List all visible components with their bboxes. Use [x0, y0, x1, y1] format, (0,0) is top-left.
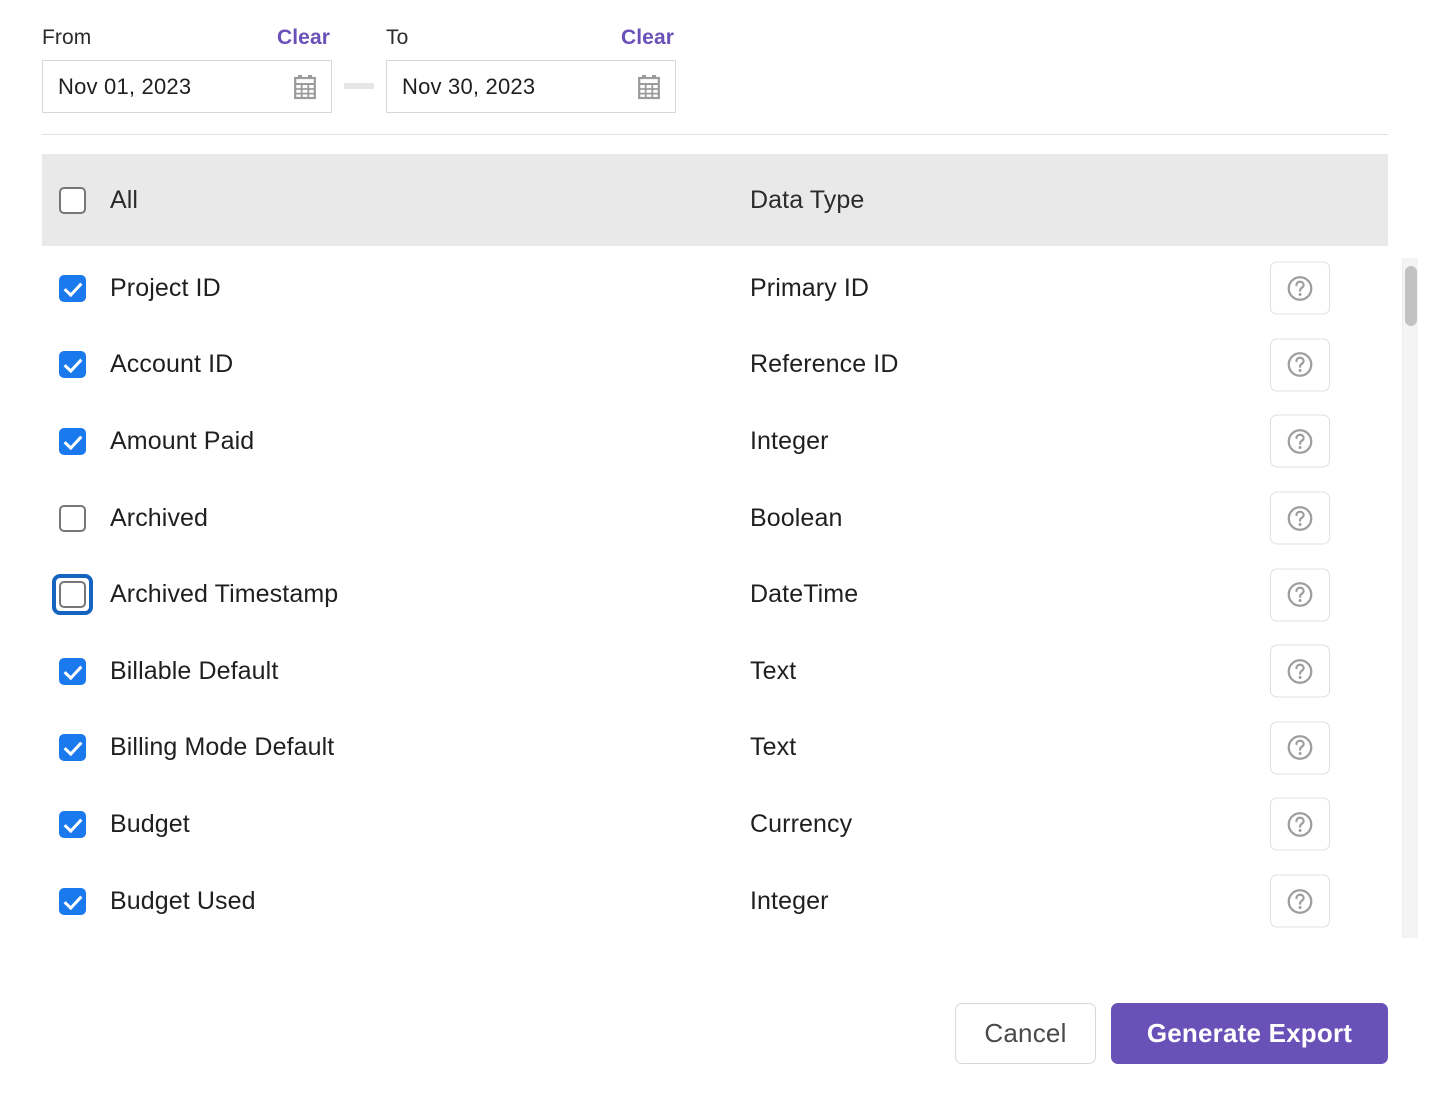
field-data-type: Boolean [750, 503, 843, 532]
cancel-button[interactable]: Cancel [955, 1003, 1096, 1064]
date-to-input[interactable]: Nov 30, 2023 [386, 60, 676, 113]
export-dialog: From Clear Nov 01, 2023 To Clear Nov 30,… [0, 0, 1430, 1107]
help-icon[interactable] [1270, 261, 1330, 315]
field-data-type: Text [750, 733, 797, 762]
field-name: Budget Used [110, 886, 256, 915]
table-row[interactable]: Budget Used Integer [42, 862, 1388, 938]
field-checkbox[interactable] [59, 274, 86, 302]
field-checkbox-cell [42, 351, 110, 379]
calendar-icon[interactable] [293, 74, 317, 100]
field-checkbox[interactable] [59, 427, 86, 455]
field-checkbox-cell [42, 274, 110, 302]
table-row[interactable]: Budget Currency [42, 786, 1388, 863]
date-from-clear-link[interactable]: Clear [277, 26, 330, 50]
calendar-icon[interactable] [637, 74, 661, 100]
table-row[interactable]: Amount Paid Integer [42, 403, 1388, 480]
table-row[interactable]: Billable Default Text [42, 632, 1388, 710]
help-icon[interactable] [1270, 568, 1330, 622]
field-data-type: Reference ID [750, 350, 899, 379]
table-header-row: All Data Type [42, 154, 1388, 246]
field-name: Account ID [110, 350, 234, 379]
table-row[interactable]: Account ID Reference ID [42, 326, 1388, 404]
field-data-type: Currency [750, 809, 853, 838]
field-list-scrollbar-thumb[interactable] [1405, 266, 1417, 326]
field-name: Budget [110, 809, 190, 838]
field-checkbox[interactable] [59, 581, 86, 609]
field-checkbox[interactable] [59, 351, 86, 379]
help-icon[interactable] [1270, 874, 1330, 928]
select-all-checkbox[interactable] [59, 186, 86, 214]
help-icon[interactable] [1270, 797, 1330, 851]
field-name: Amount Paid [110, 426, 255, 455]
field-data-type: Integer [750, 426, 829, 455]
table-row[interactable]: Billing Mode Default Text [42, 709, 1388, 787]
field-checkbox-focused[interactable] [52, 574, 93, 616]
field-name: Project ID [110, 273, 221, 302]
date-from-input[interactable]: Nov 01, 2023 [42, 60, 332, 113]
date-from-label-row: From Clear [42, 26, 332, 52]
column-header-data-type: Data Type [750, 185, 865, 214]
field-checkbox[interactable] [59, 810, 86, 838]
date-from-field: From Clear Nov 01, 2023 [42, 26, 332, 113]
field-name: Archived Timestamp [110, 580, 339, 609]
field-data-type: Text [750, 656, 797, 685]
field-checkbox-cell [42, 810, 110, 838]
generate-export-button[interactable]: Generate Export [1111, 1003, 1388, 1064]
field-checkbox-cell [42, 887, 110, 915]
date-to-value: Nov 30, 2023 [402, 73, 536, 99]
help-icon[interactable] [1270, 644, 1330, 698]
date-range-separator [344, 83, 374, 89]
field-checkbox-cell [42, 574, 110, 616]
date-to-clear-link[interactable]: Clear [621, 26, 674, 50]
field-checkbox-cell [42, 657, 110, 685]
section-divider [42, 134, 1388, 135]
field-checkbox-cell [42, 504, 110, 532]
table-row[interactable]: Archived Timestamp DateTime [42, 556, 1388, 633]
dialog-footer: Cancel Generate Export [955, 1003, 1388, 1064]
date-to-label-row: To Clear [386, 26, 676, 52]
field-checkbox[interactable] [59, 887, 86, 915]
field-data-type: Primary ID [750, 273, 870, 302]
help-icon[interactable] [1270, 338, 1330, 392]
help-icon[interactable] [1270, 721, 1330, 775]
date-to-label: To [386, 26, 409, 49]
field-list-scrollbar[interactable] [1402, 258, 1418, 938]
field-checkbox[interactable] [59, 504, 86, 532]
field-checkbox-cell [42, 734, 110, 762]
table-row[interactable]: Project ID Primary ID [42, 250, 1388, 327]
field-data-type: DateTime [750, 580, 859, 609]
help-icon[interactable] [1270, 491, 1330, 545]
date-from-value: Nov 01, 2023 [58, 73, 192, 99]
date-from-label: From [42, 26, 92, 49]
field-checkbox[interactable] [59, 734, 86, 762]
help-icon[interactable] [1270, 414, 1330, 468]
field-checkbox-cell [42, 427, 110, 455]
field-name: Archived [110, 503, 209, 532]
field-list[interactable]: Project ID Primary ID Account ID Reference … [42, 250, 1388, 938]
column-header-all: All [110, 185, 139, 214]
select-all-checkbox-cell [42, 186, 110, 214]
date-to-field: To Clear Nov 30, 2023 [386, 26, 676, 113]
table-row[interactable]: Archived Boolean [42, 479, 1388, 557]
date-range-filter: From Clear Nov 01, 2023 To Clear Nov 30,… [42, 26, 676, 113]
field-name: Billable Default [110, 656, 279, 685]
field-name: Billing Mode Default [110, 733, 335, 762]
field-data-type: Integer [750, 886, 829, 915]
field-checkbox[interactable] [59, 657, 86, 685]
